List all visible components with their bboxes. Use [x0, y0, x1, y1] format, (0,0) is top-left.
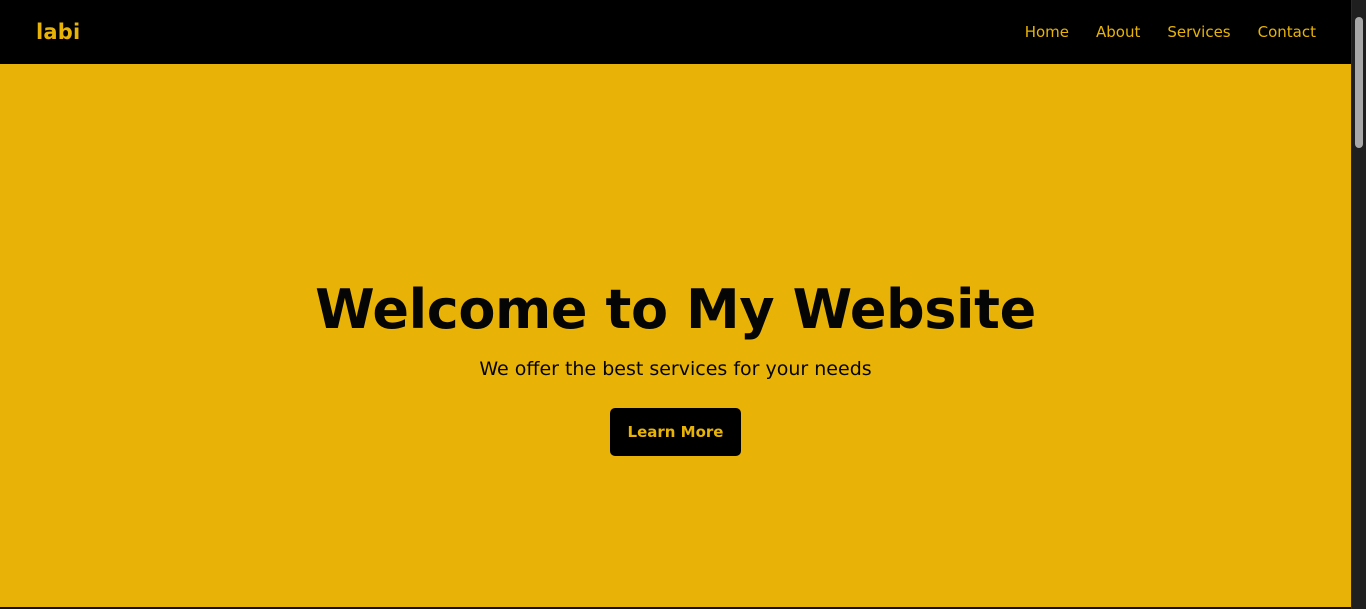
scrollbar-thumb-icon[interactable] — [1355, 17, 1363, 148]
vertical-scrollbar[interactable] — [1351, 0, 1366, 609]
site-logo[interactable]: labi — [36, 20, 80, 44]
website-page: labi Home About Services Contact Welcome… — [0, 0, 1366, 609]
nav-link-about[interactable]: About — [1096, 23, 1140, 41]
hero-title: Welcome to My Website — [315, 278, 1036, 341]
learn-more-button[interactable]: Learn More — [610, 408, 741, 456]
nav-link-contact[interactable]: Contact — [1258, 23, 1316, 41]
nav-link-services[interactable]: Services — [1167, 23, 1230, 41]
primary-navigation: Home About Services Contact — [1025, 23, 1316, 41]
hero-section: Welcome to My Website We offer the best … — [0, 64, 1351, 607]
top-navbar: labi Home About Services Contact — [0, 0, 1351, 64]
nav-link-home[interactable]: Home — [1025, 23, 1069, 41]
hero-subtitle: We offer the best services for your need… — [479, 358, 872, 380]
